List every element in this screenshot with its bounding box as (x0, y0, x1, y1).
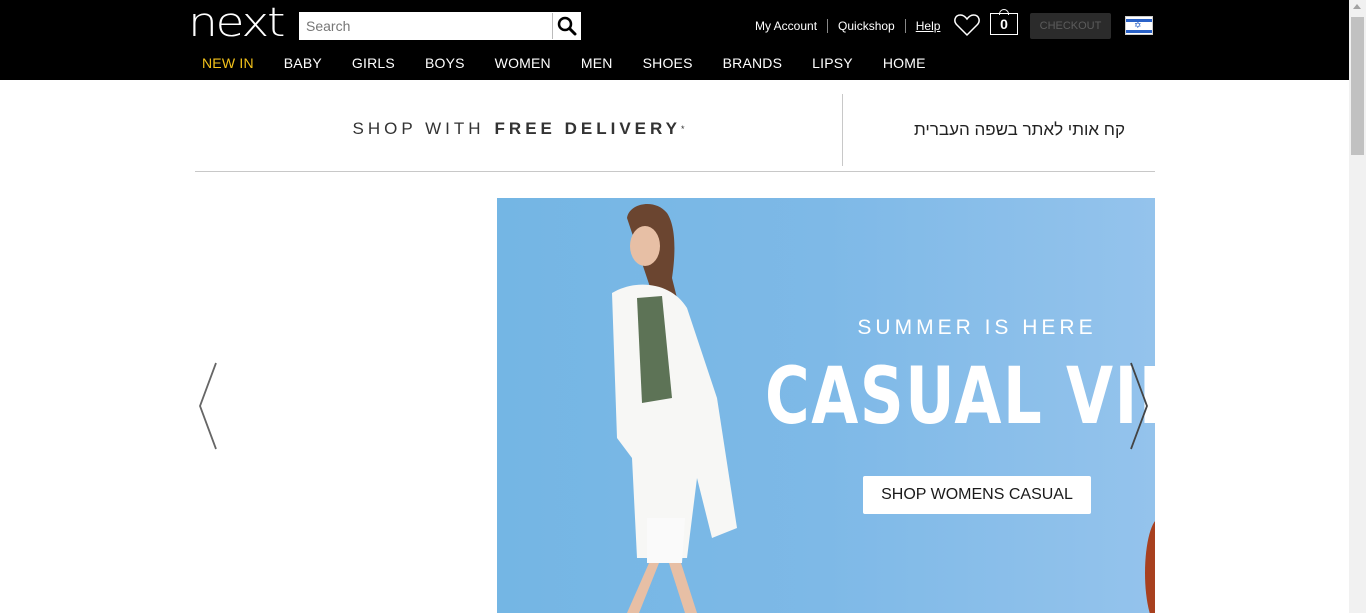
flag-stripe-bottom (1126, 30, 1152, 33)
model-photo (612, 203, 737, 613)
carousel-prev-arrow-icon[interactable] (197, 362, 219, 450)
account-links: My Account Quickshop Help (745, 18, 950, 34)
help-link[interactable]: Help (906, 19, 951, 33)
scrollbar-thumb[interactable] (1351, 17, 1364, 155)
hebrew-site-link[interactable]: קח אותי לאתר בשפה העברית (843, 94, 1125, 164)
israel-flag-icon[interactable]: ✡ (1125, 16, 1153, 35)
promo-prefix: SHOP WITH (352, 119, 485, 138)
shop-womens-casual-button[interactable]: SHOP WOMENS CASUAL (863, 476, 1091, 514)
shopping-bag-button[interactable]: 0 (990, 9, 1018, 37)
nav-item-women[interactable]: WOMEN (480, 54, 566, 72)
scroll-up-arrow-icon[interactable] (1353, 4, 1361, 9)
nav-item-home[interactable]: HOME (868, 54, 941, 72)
bag-count: 0 (990, 13, 1018, 35)
my-account-link[interactable]: My Account (745, 19, 829, 33)
hero-banner[interactable]: SUMMER IS HERE CASUAL VIBES SHOP WOMENS … (497, 198, 1155, 613)
promo-banner: SHOP WITH FREE DELIVERY * קח אותי לאתר בש… (195, 94, 1155, 172)
nav-item-brands[interactable]: BRANDS (708, 54, 798, 72)
search-input[interactable] (300, 13, 552, 39)
promo-highlight: FREE DELIVERY (494, 119, 681, 138)
free-delivery-promo[interactable]: SHOP WITH FREE DELIVERY * (195, 94, 842, 164)
hero-subheading: SUMMER IS HERE (857, 316, 1097, 339)
page-scrollbar[interactable] (1349, 0, 1366, 613)
page: next My Account Quickshop Help 0 CHECKOU… (0, 0, 1366, 613)
quickshop-link[interactable]: Quickshop (828, 19, 906, 33)
nav-item-new-in[interactable]: NEW IN (187, 54, 269, 72)
carousel-next-arrow-icon[interactable] (1128, 362, 1150, 450)
nav-item-shoes[interactable]: SHOES (628, 54, 708, 72)
bag-prop-image (1145, 518, 1155, 613)
promo-mark: * (680, 124, 685, 134)
nav-item-baby[interactable]: BABY (269, 54, 337, 72)
favourites-heart-icon[interactable] (954, 13, 980, 37)
nav-item-boys[interactable]: BOYS (410, 54, 480, 72)
hero-heading: CASUAL VIBES (765, 352, 1155, 442)
next-logo[interactable]: next (188, 3, 285, 43)
main-nav: NEW IN BABY GIRLS BOYS WOMEN MEN SHOES B… (187, 54, 941, 72)
checkout-button[interactable]: CHECKOUT (1030, 13, 1111, 39)
nav-item-men[interactable]: MEN (566, 54, 628, 72)
search-button[interactable] (552, 13, 580, 39)
nav-item-lipsy[interactable]: LIPSY (797, 54, 868, 72)
site-header: next My Account Quickshop Help 0 CHECKOU… (0, 0, 1349, 80)
nav-item-girls[interactable]: GIRLS (337, 54, 410, 72)
search-icon (557, 16, 576, 36)
search-box (299, 12, 581, 40)
